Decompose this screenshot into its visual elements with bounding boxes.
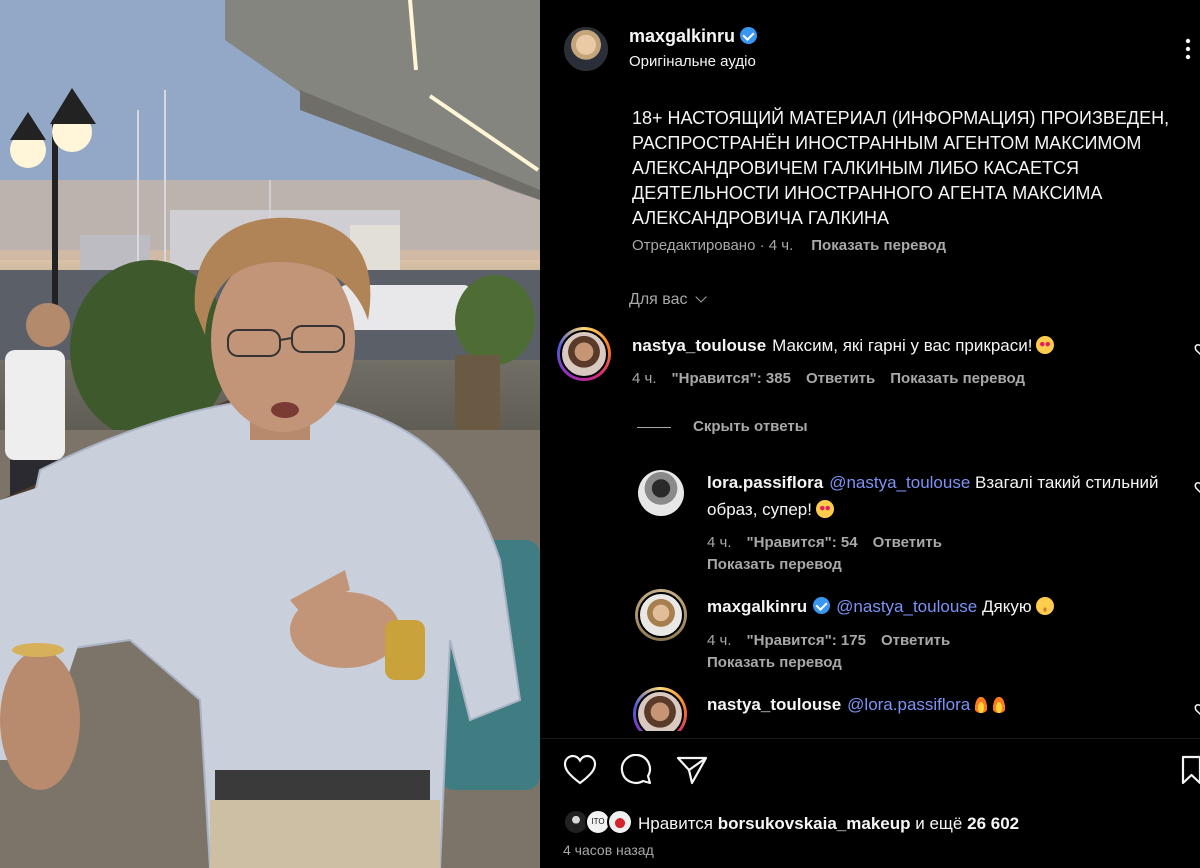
likes-prefix: Нравится: [638, 814, 714, 833]
verified-icon: [740, 27, 758, 44]
chevron-down-icon[interactable]: [694, 291, 707, 303]
heart-icon[interactable]: [1192, 703, 1200, 717]
relieved-emoji: [1035, 597, 1054, 615]
reply-avatar[interactable]: [638, 470, 684, 516]
reply-button[interactable]: Ответить: [881, 632, 950, 649]
post-media[interactable]: [0, 0, 540, 868]
heart-eyes-emoji: [816, 500, 834, 518]
reply-text: nastya_toulouse @lora.passiflora: [707, 691, 1177, 718]
heart-eyes-emoji: [1036, 336, 1055, 354]
likes-count[interactable]: 26 602: [967, 814, 1019, 833]
verified-icon: [813, 597, 831, 614]
reply-mention[interactable]: @nastya_toulouse: [836, 597, 977, 616]
heart-icon[interactable]: [563, 754, 597, 786]
reply-mention[interactable]: @nastya_toulouse: [829, 473, 970, 492]
comment-text: nastya_toulouse Максим, які гарні у вас п…: [632, 332, 1182, 359]
caption-meta: Отредактировано · 4 ч. Показать перевод: [632, 237, 946, 254]
reply-avatar-image: [638, 592, 684, 638]
bookmark-icon[interactable]: [1180, 754, 1200, 786]
reply-username[interactable]: nastya_toulouse: [707, 695, 841, 714]
edited-label: Отредактировано · 4 ч.: [632, 237, 794, 254]
replies-line: [637, 427, 671, 428]
reply-meta: 4 ч. "Нравится": 175 Ответить: [707, 632, 950, 649]
heart-icon[interactable]: [1192, 343, 1200, 357]
reply-button[interactable]: Ответить: [806, 370, 875, 387]
more-icon[interactable]: [1184, 38, 1192, 60]
reply-time: 4 ч.: [707, 632, 732, 649]
translate-link[interactable]: Показать перевод: [707, 654, 842, 671]
liker-avatar[interactable]: [607, 809, 633, 835]
caption-translate-link[interactable]: Показать перевод: [811, 237, 946, 254]
reply-avatar[interactable]: [635, 589, 687, 641]
reply-likes[interactable]: "Нравится": 175: [747, 632, 866, 649]
audio-label[interactable]: Оригінальне аудіо: [629, 53, 756, 70]
translate-link[interactable]: Показать перевод: [890, 370, 1025, 387]
comment-time: 4 ч.: [632, 370, 657, 387]
comment-avatar[interactable]: [557, 327, 611, 381]
likes-suffix: и ещё: [915, 814, 963, 833]
post-timestamp[interactable]: 4 часов назад: [563, 842, 654, 858]
reply-text: maxgalkinru @nastya_toulouse Дякую: [707, 593, 1177, 620]
heart-icon[interactable]: [1192, 481, 1200, 495]
fire-emoji: [992, 695, 1007, 713]
author-username[interactable]: maxgalkinru: [629, 26, 735, 46]
comment-filter-label[interactable]: Для вас: [629, 291, 688, 308]
comment-filter-dropdown[interactable]: Для вас: [629, 291, 707, 309]
reply-username[interactable]: lora.passiflora: [707, 473, 823, 492]
media-illustration: [0, 0, 540, 868]
comment-meta: 4 ч. "Нравится": 385 Ответить Показать пере…: [632, 370, 1025, 387]
reply-likes[interactable]: "Нравится": 54: [747, 534, 858, 551]
reply-mention[interactable]: @lora.passiflora: [847, 695, 970, 714]
comment-body: Максим, які гарні у вас прикраси!: [772, 336, 1033, 355]
share-icon[interactable]: [675, 754, 709, 786]
reply-button[interactable]: Ответить: [873, 534, 942, 551]
reply-username[interactable]: maxgalkinru: [707, 597, 807, 616]
author-avatar[interactable]: [564, 27, 608, 71]
post-caption: 18+ НАСТОЯЩИЙ МАТЕРИАЛ (ИНФОРМАЦИЯ) ПРОИ…: [632, 108, 1170, 228]
reply-body: Дякую: [981, 597, 1032, 616]
scroll-mask: [541, 731, 1200, 743]
likes-summary: Нравится borsukovskaia_makeup и ещё 26 6…: [638, 814, 1019, 834]
liker-username[interactable]: borsukovskaia_makeup: [718, 814, 911, 833]
comment-icon[interactable]: [619, 754, 653, 786]
reply-meta: 4 ч. "Нравится": 54 Ответить: [707, 534, 942, 551]
hide-replies-button[interactable]: Скрыть ответы: [693, 418, 808, 435]
translate-link[interactable]: Показать перевод: [707, 556, 842, 573]
comment-avatar-image: [560, 330, 608, 378]
actions-divider: [540, 738, 1200, 739]
reply-time: 4 ч.: [707, 534, 732, 551]
comment-username[interactable]: nastya_toulouse: [632, 336, 766, 355]
author-username-row[interactable]: maxgalkinru: [629, 26, 758, 47]
fire-emoji: [974, 695, 989, 713]
comment-likes[interactable]: "Нравится": 385: [672, 370, 791, 387]
reply-text: lora.passiflora @nastya_toulouse Взагалі …: [707, 469, 1177, 523]
